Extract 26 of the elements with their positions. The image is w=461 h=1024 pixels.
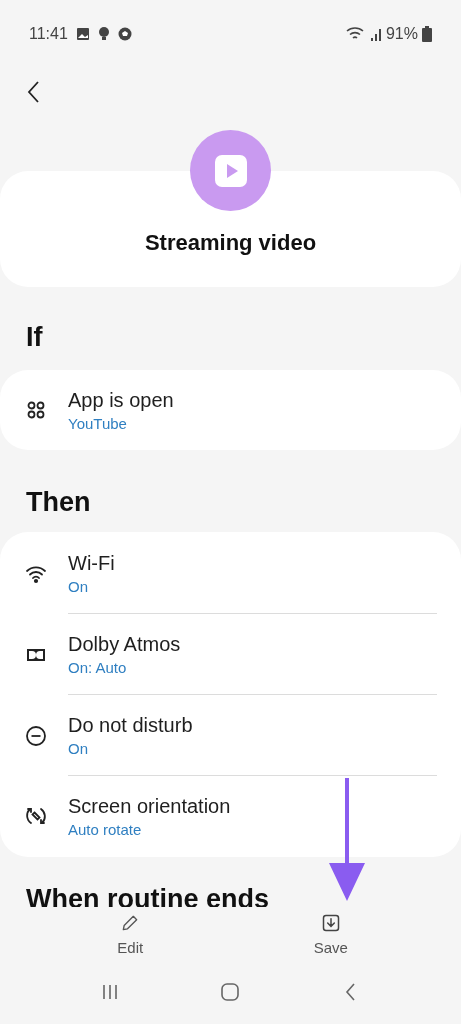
status-time: 11:41 [29, 23, 68, 44]
item-title: Dolby Atmos [68, 632, 182, 657]
home-icon[interactable] [220, 982, 241, 1002]
section-heading: Then [25, 485, 92, 519]
gallery-icon [75, 26, 90, 41]
item-title: App is open [68, 387, 175, 413]
wifi-signal-icon [345, 25, 366, 42]
item-value: YouTube [68, 413, 128, 434]
section-heading: If [25, 321, 44, 354]
item-title: Wi-Fi [68, 551, 116, 576]
item-title: Do not disturb [68, 713, 194, 738]
battery-icon [422, 25, 432, 42]
do-not-disturb-icon [24, 723, 48, 748]
item-value: On [68, 577, 89, 597]
routine-title: Streaming video [144, 229, 317, 257]
item-title: Screen orientation [68, 794, 232, 819]
item-value: On: Auto [68, 658, 128, 678]
ball-icon [117, 26, 132, 41]
battery-percent: 91% [385, 23, 418, 44]
item-value: Auto rotate [68, 820, 143, 840]
edit-button[interactable]: Edit [80, 913, 181, 969]
save-button[interactable]: Save [280, 913, 381, 969]
bulb-icon [97, 26, 110, 41]
item-value: On [68, 739, 89, 759]
back-chevron-icon [26, 80, 42, 104]
download-icon [320, 913, 341, 933]
